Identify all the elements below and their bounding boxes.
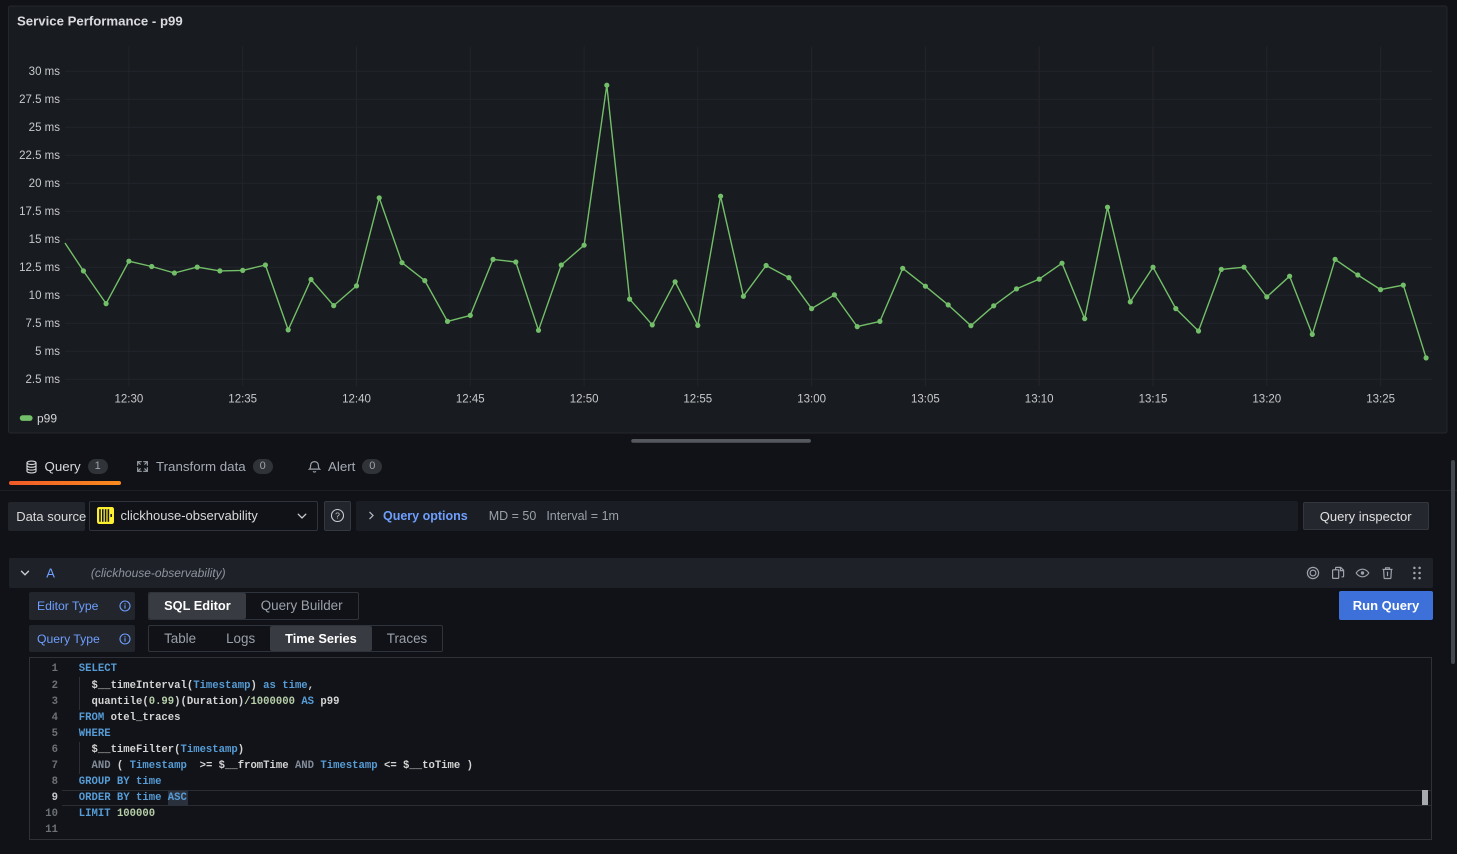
svg-text:13:25: 13:25 <box>1366 394 1395 406</box>
svg-text:12:50: 12:50 <box>570 394 599 406</box>
svg-text:13:00: 13:00 <box>797 394 826 406</box>
svg-text:25 ms: 25 ms <box>29 122 61 134</box>
svg-text:12:55: 12:55 <box>683 394 712 406</box>
svg-text:12.5 ms: 12.5 ms <box>19 262 60 274</box>
svg-text:17.5 ms: 17.5 ms <box>19 206 60 218</box>
svg-text:12:40: 12:40 <box>342 394 371 406</box>
svg-text:10 ms: 10 ms <box>29 290 61 302</box>
svg-text:13:05: 13:05 <box>911 394 940 406</box>
svg-text:12:30: 12:30 <box>115 394 144 406</box>
svg-text:13:10: 13:10 <box>1025 394 1054 406</box>
svg-text:7.5 ms: 7.5 ms <box>25 318 60 330</box>
svg-text:22.5 ms: 22.5 ms <box>19 150 60 162</box>
svg-text:30 ms: 30 ms <box>29 66 61 78</box>
svg-text:5 ms: 5 ms <box>35 346 60 358</box>
svg-text:13:15: 13:15 <box>1139 394 1168 406</box>
svg-text:15 ms: 15 ms <box>29 234 61 246</box>
svg-text:Service Performance - p99: Service Performance - p99 <box>17 14 183 29</box>
svg-text:13:20: 13:20 <box>1252 394 1281 406</box>
svg-text:?: ? <box>335 511 340 521</box>
svg-text:12:45: 12:45 <box>456 394 485 406</box>
svg-text:2.5 ms: 2.5 ms <box>25 374 60 386</box>
svg-text:p99: p99 <box>37 411 57 425</box>
svg-text:12:35: 12:35 <box>228 394 257 406</box>
svg-text:20 ms: 20 ms <box>29 178 61 190</box>
svg-text:27.5 ms: 27.5 ms <box>19 94 60 106</box>
